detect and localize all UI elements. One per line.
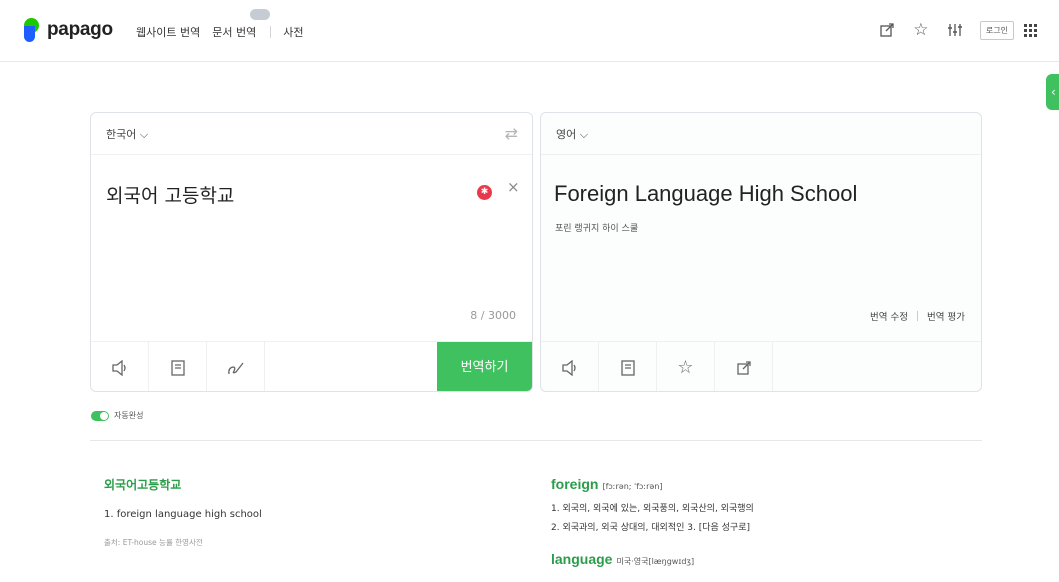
dict-phonetic: 미국·영국[læŋgwɪdʒ] [616, 557, 695, 566]
dict-word-language[interactable]: language [551, 551, 612, 567]
swap-icon[interactable]: ⇄ [505, 124, 518, 143]
chevron-down-icon: ⌵ [579, 128, 589, 141]
nav-document-translate-label: 문서 번역 [212, 26, 257, 39]
nav-document-translate[interactable]: 문서 번역 [212, 9, 271, 40]
source-language-bar: 한국어 ⌵ ⇄ [91, 113, 532, 155]
top-nav: 웹사이트 번역 문서 번역 사전 [136, 9, 315, 40]
translate-button[interactable]: 번역하기 [437, 342, 532, 391]
share-icon[interactable] [876, 19, 898, 41]
export-icon[interactable] [715, 342, 773, 391]
settings-icon[interactable] [944, 19, 966, 41]
star-icon[interactable]: ☆ [910, 19, 932, 41]
rate-translation-link[interactable]: 번역 평가 [927, 309, 965, 323]
apps-icon[interactable] [1024, 23, 1037, 37]
translated-text: Foreign Language High School [554, 181, 858, 206]
source-panel: 한국어 ⌵ ⇄ 외국어 고등학교 ✱ × 8 / 3000 번역하기 [90, 112, 533, 392]
logo-text: papago [47, 19, 113, 40]
dict-definition-line: 1. 외국의, 외국에 있는, 외국풍의, 외국산의, 외국행의 [551, 504, 754, 514]
source-language-label: 한국어 [106, 128, 137, 141]
dictionary-right: foreign [fɔːrən; ˈfɔːrən] 1. 외국의, 외국에 있는… [551, 476, 754, 567]
auto-complete-label: 자동완성 [114, 411, 144, 420]
dict-meaning: 1. foreign language high school [104, 509, 262, 520]
target-toolbar: ☆ [541, 341, 981, 391]
speaker-icon[interactable] [91, 342, 149, 391]
target-language-bar: 영어 ⌵ [541, 113, 981, 155]
header-tools: ☆ 로그인 [864, 19, 1037, 41]
side-panel-toggle[interactable]: ‹ [1046, 74, 1059, 110]
target-language-select[interactable]: 영어 ⌵ [556, 126, 588, 142]
section-divider [90, 440, 982, 441]
notebook-icon[interactable] [599, 342, 657, 391]
translation-actions: 번역 수정 번역 평가 [870, 309, 965, 323]
dict-entry-foreign: foreign [fɔːrən; ˈfɔːrən] 1. 외국의, 외국에 있는… [551, 476, 754, 533]
papago-logo[interactable]: papago [24, 18, 113, 42]
login-button[interactable]: 로그인 [979, 20, 1014, 40]
speaker-icon[interactable] [541, 342, 599, 391]
notebook-icon[interactable] [149, 342, 207, 391]
actions-separator [917, 311, 919, 321]
nav-separator [270, 26, 272, 38]
dict-word-foreign[interactable]: foreign [551, 476, 598, 492]
dict-source: 출처: ET-house 능률 한영사전 [104, 538, 203, 547]
header: papago 웹사이트 번역 문서 번역 사전 ☆ 로그인 [0, 0, 1059, 62]
chevron-down-icon: ⌵ [139, 128, 149, 141]
source-language-select[interactable]: 한국어 ⌵ [106, 126, 148, 142]
pronunciation-text: 포린 랭귀지 하이 스쿨 [555, 224, 639, 234]
target-language-label: 영어 [556, 128, 577, 141]
source-text-input[interactable]: 외국어 고등학교 [106, 181, 234, 208]
star-icon[interactable]: ☆ [657, 342, 715, 391]
dict-word-korean[interactable]: 외국어고등학교 [104, 476, 262, 493]
beta-badge [250, 9, 271, 20]
handwriting-result-icon[interactable]: ✱ [477, 185, 492, 200]
target-panel: 영어 ⌵ Foreign Language High School 포린 랭귀지… [540, 112, 982, 392]
handwriting-icon[interactable] [207, 342, 265, 391]
source-toolbar: 번역하기 [91, 341, 532, 391]
papago-logo-icon [24, 18, 41, 42]
nav-website-translate[interactable]: 웹사이트 번역 [136, 24, 200, 40]
dict-entry-language: language 미국·영국[læŋgwɪdʒ] [551, 551, 754, 567]
edit-translation-link[interactable]: 번역 수정 [870, 309, 908, 323]
nav-dictionary[interactable]: 사전 [283, 24, 303, 40]
dict-phonetic: [fɔːrən; ˈfɔːrən] [602, 482, 663, 491]
auto-complete-toggle[interactable]: 자동완성 [91, 410, 143, 421]
dictionary-left: 외국어고등학교 1. foreign language high school … [104, 476, 262, 548]
dict-definition-line: 2. 외국과의, 외국 상대의, 대외적인 3. [다음 성구로] [551, 523, 750, 533]
clear-icon[interactable]: × [507, 178, 520, 196]
toggle-switch [91, 410, 109, 421]
char-count: 8 / 3000 [470, 309, 516, 322]
